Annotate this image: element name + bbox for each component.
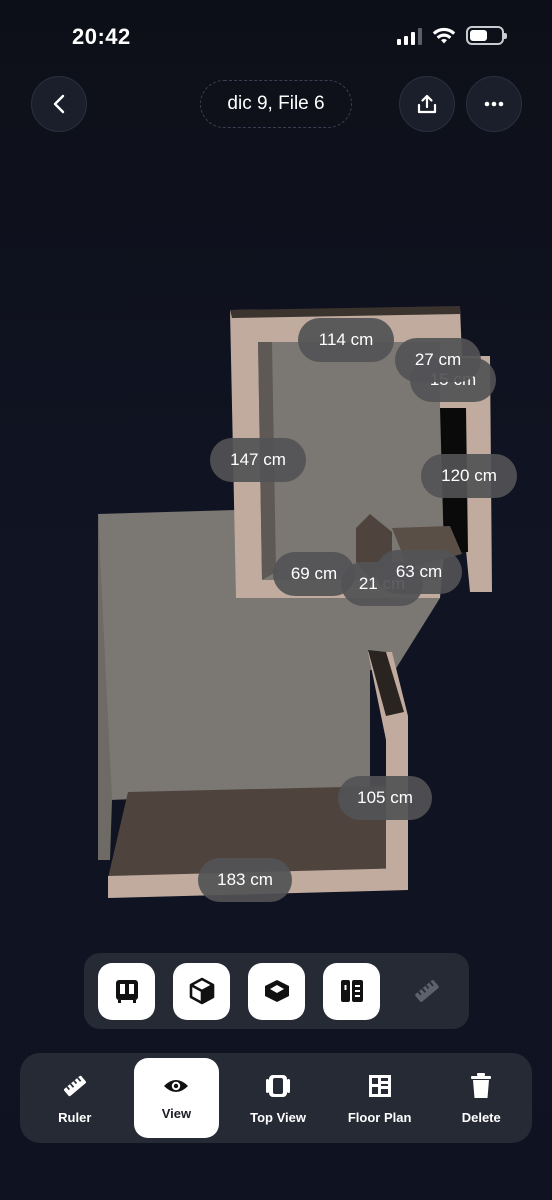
box-icon (264, 980, 289, 1002)
cellular-signal-icon (397, 27, 422, 45)
tab-top-view[interactable]: Top View (227, 1058, 329, 1138)
wifi-icon (432, 27, 456, 43)
bottom-tab-bar: Ruler View Top View Floor Plan Delete (20, 1053, 532, 1143)
more-icon (484, 101, 504, 107)
add-window-button[interactable] (173, 962, 230, 1020)
share-button[interactable] (399, 76, 455, 132)
room-3d-view[interactable]: 147 cm 15 cm 114 cm 27 cm 120 cm 21 cm 6… (0, 160, 552, 950)
dimension-label[interactable]: 120 cm (421, 454, 517, 498)
top-view-icon (266, 1074, 291, 1097)
object-toolbar (84, 953, 469, 1029)
status-time: 20:42 (72, 24, 131, 49)
status-icons (397, 26, 507, 45)
add-door-button[interactable] (98, 962, 155, 1020)
dimension-label[interactable]: 63 cm (376, 550, 462, 594)
ruler-icon (63, 1075, 86, 1096)
back-button[interactable] (31, 76, 87, 132)
door-icon (115, 980, 138, 1003)
tab-label: Top View (250, 1109, 306, 1125)
more-button[interactable] (466, 76, 522, 132)
cabinet-icon (340, 980, 363, 1002)
dimension-label[interactable]: 183 cm (198, 858, 292, 902)
cube-icon (189, 977, 214, 1005)
tab-label: Floor Plan (347, 1109, 412, 1125)
measure-tool-button[interactable] (398, 963, 455, 1020)
status-bar: 20:42 (0, 0, 552, 76)
ruler-icon (414, 980, 439, 1002)
tab-label: View (161, 1105, 192, 1121)
file-title[interactable]: dic 9, File 6 (200, 80, 352, 128)
tab-view[interactable]: View (133, 1058, 220, 1138)
tab-delete[interactable]: Delete (430, 1058, 532, 1138)
add-furniture-button[interactable] (323, 962, 380, 1020)
dimension-label[interactable]: 114 cm (298, 318, 394, 362)
dimension-label[interactable]: 27 cm (395, 338, 481, 382)
tab-ruler[interactable]: Ruler (24, 1058, 126, 1138)
add-object-button[interactable] (248, 962, 305, 1020)
battery-icon (466, 26, 507, 45)
tab-floor-plan[interactable]: Floor Plan (329, 1058, 431, 1138)
chevron-left-icon (53, 94, 65, 114)
dimension-label[interactable]: 147 cm (210, 438, 306, 482)
trash-icon (471, 1072, 492, 1098)
eye-icon (164, 1079, 189, 1092)
dimension-label[interactable]: 69 cm (273, 552, 355, 596)
floor-plan-icon (368, 1074, 391, 1097)
tab-label: Delete (461, 1109, 501, 1125)
share-icon (417, 94, 437, 114)
room-model[interactable] (0, 160, 552, 950)
tab-label: Ruler (58, 1109, 92, 1125)
dimension-label[interactable]: 105 cm (338, 776, 432, 820)
